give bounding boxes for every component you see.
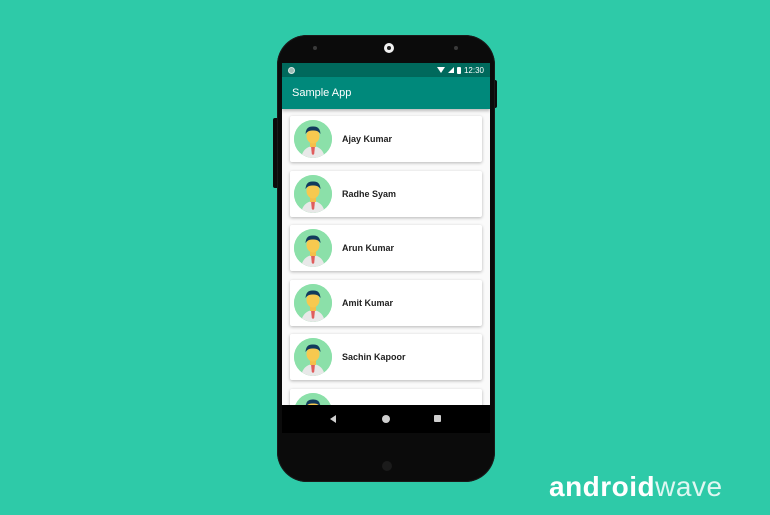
list-item[interactable]: Amit Kumar <box>290 279 482 326</box>
signal-icon <box>447 67 454 73</box>
sensor-dot <box>454 46 458 50</box>
watermark-part1: android <box>549 471 656 502</box>
list-item[interactable]: Sachin Kapoor <box>290 334 482 380</box>
watermark-logo: androidwave <box>549 471 723 503</box>
list-item[interactable]: Radhe Syam <box>290 170 482 217</box>
home-sensor <box>382 461 392 471</box>
contact-name: Radhe Syam <box>342 188 397 199</box>
home-icon[interactable] <box>382 415 390 423</box>
battery-icon <box>456 66 461 74</box>
person-avatar-icon <box>294 174 332 213</box>
person-avatar-icon <box>294 120 332 158</box>
person-avatar-icon <box>294 229 332 267</box>
navigation-bar <box>282 405 490 433</box>
phone-screen: 12:30 Sample App Ajay Kumar Radhe Syam A… <box>282 63 490 405</box>
contact-name: Ajay Kumar <box>342 134 393 144</box>
contact-name: Amit Kumar <box>342 297 394 308</box>
front-camera <box>384 43 394 53</box>
person-avatar-icon <box>294 392 332 405</box>
speaker-dot <box>313 46 317 50</box>
app-bar: Sample App <box>282 77 490 109</box>
contact-name: Arun Kumar <box>342 243 395 253</box>
watermark-part2: wave <box>655 471 723 502</box>
contact-list[interactable]: Ajay Kumar Radhe Syam Arun Kumar Amit Ku… <box>282 109 490 405</box>
list-item[interactable] <box>290 388 482 405</box>
person-avatar-icon <box>294 338 332 376</box>
person-avatar-icon <box>294 283 332 322</box>
back-icon[interactable] <box>330 415 336 423</box>
recents-icon[interactable] <box>434 415 441 422</box>
wifi-icon <box>436 67 445 73</box>
list-item[interactable]: Arun Kumar <box>290 225 482 271</box>
contact-name: Sachin Kapoor <box>342 352 406 362</box>
list-item[interactable]: Ajay Kumar <box>290 116 482 162</box>
status-time: 12:30 <box>463 65 484 75</box>
app-title: Sample App <box>292 87 352 99</box>
notification-icon <box>288 66 295 74</box>
status-bar: 12:30 <box>282 63 490 77</box>
